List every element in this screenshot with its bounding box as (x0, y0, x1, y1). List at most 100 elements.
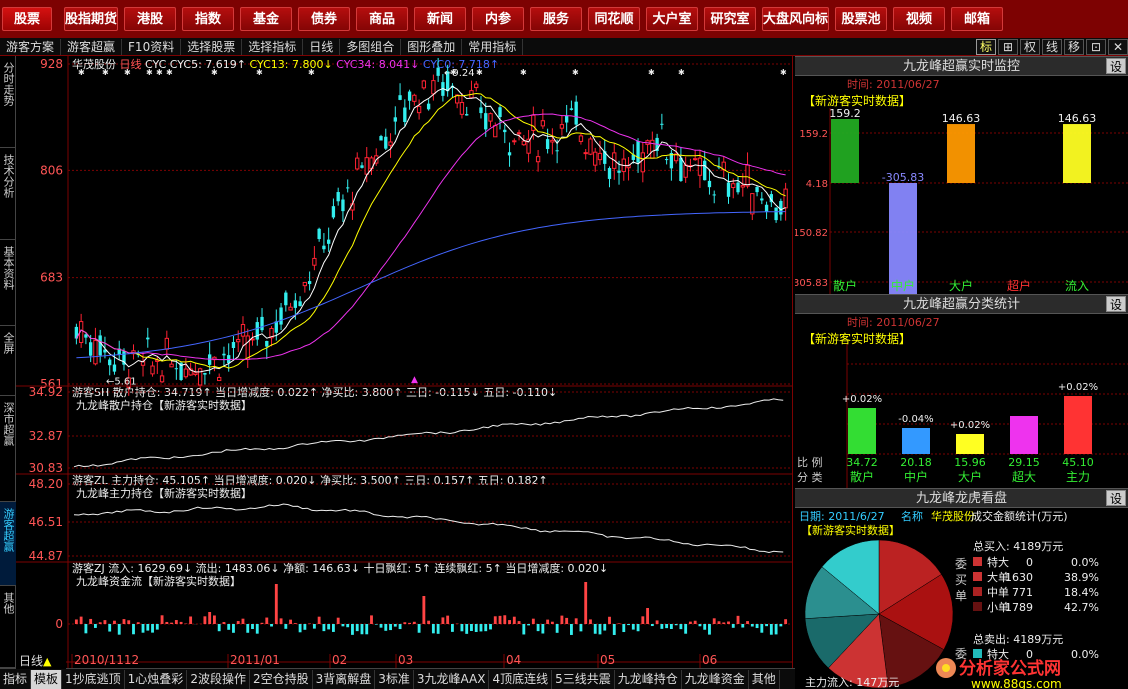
monitor-settings-button[interactable]: 设 (1106, 58, 1126, 74)
candle-body (265, 340, 269, 347)
candle-body (764, 204, 769, 212)
candle-body (217, 376, 222, 382)
candle-body (203, 372, 207, 375)
candle-body (407, 91, 412, 101)
monitor-y-tick: 159.2 (799, 129, 828, 140)
candle-body (331, 206, 336, 218)
toolbar-item-1[interactable]: 游客超赢 (61, 38, 123, 55)
toolbar-icon-4[interactable]: 移 (1064, 39, 1084, 55)
bottom-tab-8[interactable]: 3九龙峰AAX (414, 669, 490, 689)
subpanel-subtitle: 九龙峰资金流【新游客实时数据】 (76, 574, 241, 588)
toolbar-icon-0[interactable]: 标 (976, 39, 996, 55)
toolbar-item-7[interactable]: 图形叠加 (401, 38, 463, 55)
toolbar-icon-6[interactable]: ✕ (1108, 39, 1128, 55)
monitor-bar-label: 中户 (891, 278, 915, 293)
bottom-tab-4[interactable]: 2波段操作 (187, 669, 250, 689)
right-panels: 九龙峰超赢实时监控 设 时间: 2011/06/27 【新游客实时数据】 159… (795, 56, 1128, 689)
toolbar-item-4[interactable]: 选择指标 (242, 38, 304, 55)
left-tab-0[interactable]: 分时走势 (0, 56, 16, 148)
dragon-date: 日期: 2011/6/27 (799, 510, 885, 523)
candle-body (488, 113, 493, 122)
period-label[interactable]: 日线▲ (16, 653, 66, 669)
candle-body (193, 372, 198, 376)
bottom-tab-6[interactable]: 3背离解盘 (313, 669, 376, 689)
top-menu-7[interactable]: 新闻 (414, 7, 467, 31)
star-marker-icon: ✱ (450, 68, 457, 77)
top-menu-0[interactable]: 股票 (2, 7, 52, 31)
classify-bar-value: 34.72 (846, 456, 878, 469)
legend-swatch (973, 572, 982, 581)
candle-body (336, 192, 340, 202)
top-menu-13[interactable]: 大盘风向标 (762, 7, 830, 31)
toolbar-item-6[interactable]: 多图组合 (340, 38, 402, 55)
bottom-tab-5[interactable]: 2空仓持股 (250, 669, 313, 689)
left-tab-3[interactable]: 全屏 (0, 326, 16, 396)
bottom-tab-7[interactable]: 3标准 (375, 669, 414, 689)
bottom-tab-11[interactable]: 九龙峰持仓 (615, 669, 682, 689)
bottom-tab-12[interactable]: 九龙峰资金 (682, 669, 749, 689)
dragon-tiger-chart: 日期: 2011/6/27 名称 华茂股份成交金额统计(万元) 【新游客实时数据】委买… (799, 509, 1099, 689)
bottom-tab-2[interactable]: 1抄底逃顶 (62, 669, 125, 689)
bottom-tab-10[interactable]: 5三线共震 (552, 669, 615, 689)
top-menu-14[interactable]: 股票池 (835, 7, 888, 31)
bottom-tab-9[interactable]: 4顶底连线 (489, 669, 553, 689)
date-axis-label: 2011/01 (230, 653, 280, 667)
top-menu-9[interactable]: 服务 (530, 7, 583, 31)
left-tab-6[interactable]: 其他 (0, 586, 16, 668)
date-axis-label: 05 (600, 653, 615, 667)
bottom-tab-0[interactable]: 指标 (0, 669, 32, 689)
period-arrow-icon[interactable]: ▲ (43, 655, 51, 668)
top-menu-12[interactable]: 研究室 (704, 7, 757, 31)
bottom-tab-13[interactable]: 其他 (749, 669, 780, 689)
main-chart-area[interactable]: 928 806 683 561 华茂股份 日线 CYC CYC5: 7.619↑ CYC… (16, 56, 793, 668)
candle-body (403, 107, 407, 123)
top-menu-8[interactable]: 内参 (472, 7, 525, 31)
kline-chart-svg[interactable]: 928806683561华茂股份 日线 CYC CYC5: 7.619↑ CYC… (16, 56, 793, 668)
left-tab-1[interactable]: 技术分析 (0, 148, 16, 240)
top-menu-10[interactable]: 同花顺 (588, 7, 641, 31)
toolbar-item-3[interactable]: 选择股票 (181, 38, 243, 55)
top-menu-11[interactable]: 大户室 (646, 7, 699, 31)
top-menu-16[interactable]: 邮箱 (951, 7, 1004, 31)
toolbar-item-0[interactable]: 游客方案 (0, 38, 62, 55)
toolbar-item-8[interactable]: 常用指标 (462, 38, 524, 55)
order-pct: 0.0% (1071, 556, 1099, 569)
candle-body (679, 157, 683, 181)
candle-body (240, 324, 246, 337)
left-tab-5[interactable]: 游客超赢 (0, 502, 16, 586)
candle-body (693, 158, 698, 161)
top-menu-4[interactable]: 基金 (240, 7, 293, 31)
monitor-bar (1063, 124, 1091, 183)
classify-settings-button[interactable]: 设 (1106, 296, 1126, 312)
monitor-time: 时间: 2011/06/27 (847, 78, 940, 91)
top-menu-6[interactable]: 商品 (356, 7, 409, 31)
toolbar-item-2[interactable]: F10资料 (122, 38, 182, 55)
candle-body (503, 129, 507, 133)
candle-body (479, 107, 483, 114)
star-marker-icon: ✱ (102, 68, 109, 77)
bottom-tab-3[interactable]: 1心烛叠彩 (125, 669, 188, 689)
legend-swatch (973, 649, 982, 658)
classify-panel-header: 九龙峰超赢分类统计 设 (795, 294, 1128, 314)
top-menu-15[interactable]: 视频 (893, 7, 946, 31)
order-amount: 771 (1012, 586, 1033, 599)
toolbar-item-5[interactable]: 日线 (303, 38, 341, 55)
left-tab-4[interactable]: 深市超赢 (0, 396, 16, 502)
toolbar-icon-3[interactable]: 线 (1042, 39, 1062, 55)
top-menu-2[interactable]: 港股 (124, 7, 177, 31)
dragon-tiger-settings-button[interactable]: 设 (1106, 490, 1126, 506)
left-tab-2[interactable]: 基本资料 (0, 240, 16, 326)
bottom-tab-1[interactable]: 模板 (31, 669, 63, 689)
star-marker-icon: ✱ (308, 68, 315, 77)
buy-total: 总买入: 4189万元 (973, 539, 1063, 553)
classify-bar-pct: +0.02% (1058, 382, 1098, 393)
candlesticks (74, 57, 788, 396)
candle-body (707, 180, 712, 188)
order-amount: 1789 (1005, 601, 1033, 614)
top-menu-5[interactable]: 债券 (298, 7, 351, 31)
top-menu-3[interactable]: 指数 (182, 7, 235, 31)
toolbar-icon-5[interactable]: ⊡ (1086, 39, 1106, 55)
top-menu-1[interactable]: 股指期货 (64, 7, 119, 31)
toolbar-icon-1[interactable]: ⊞ (998, 39, 1018, 55)
toolbar-icon-2[interactable]: 权 (1020, 39, 1040, 55)
